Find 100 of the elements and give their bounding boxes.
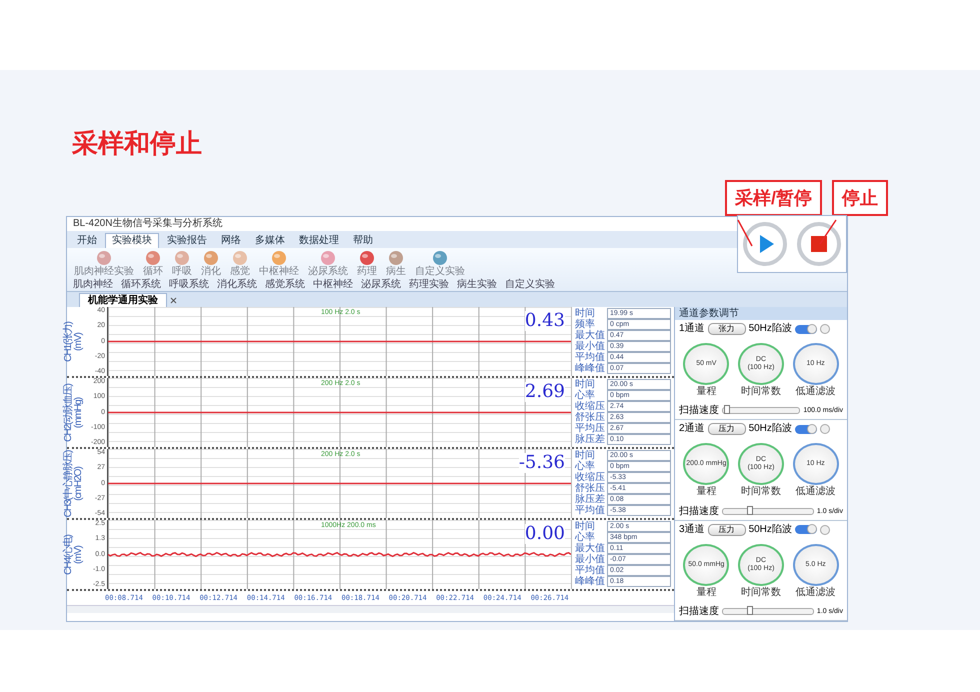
knob-caption: 低通滤波 xyxy=(796,486,836,498)
current-value: -5.36 xyxy=(518,453,565,473)
ribbon-button[interactable]: 消化 xyxy=(198,250,224,278)
knob-caption: 时间常数 xyxy=(740,486,781,498)
readout-label: 最大值 xyxy=(575,330,606,340)
signal-select[interactable]: 压力 xyxy=(708,423,746,436)
readout-label: 舒张压 xyxy=(575,484,606,494)
ribbon-group-label: 肌肉神经 xyxy=(72,278,114,291)
slider-thumb[interactable] xyxy=(724,405,730,414)
readout-label: 平均值 xyxy=(575,352,606,362)
callout-label: 停止 xyxy=(832,180,888,216)
panel-header: 通道参数调节 xyxy=(675,307,847,320)
horizontal-scrollbar[interactable] xyxy=(67,605,674,613)
speed-label: 扫描速度 xyxy=(679,606,719,617)
slider-thumb[interactable] xyxy=(746,606,753,615)
readout-label: 心率 xyxy=(575,532,596,542)
menu-tab[interactable]: 开始 xyxy=(71,234,103,248)
readout-label: 心率 xyxy=(575,390,596,400)
callout-label: 采样/暂停 xyxy=(724,180,822,216)
notch-toggle[interactable] xyxy=(794,324,817,334)
ribbon-group-label: 中枢神经 xyxy=(312,278,354,291)
readout-label: 峰峰值 xyxy=(575,364,606,374)
knob-caption: 时间常数 xyxy=(740,386,781,398)
current-value: 2.69 xyxy=(524,382,565,402)
leader-line xyxy=(819,220,837,244)
readout-label: 峰峰值 xyxy=(575,576,606,586)
menu-tab[interactable]: 实验报告 xyxy=(161,234,213,248)
notch-label: 50Hz陷波 xyxy=(748,423,792,436)
current-value: 0.00 xyxy=(524,524,565,544)
ribbon-group-label: 药理实验 xyxy=(408,278,450,291)
signal-select[interactable]: 张力 xyxy=(708,323,746,335)
play-button[interactable] xyxy=(743,222,787,266)
ribbon-group-label: 泌尿系统 xyxy=(360,278,402,291)
ribbon-button[interactable]: 药理 xyxy=(354,250,380,278)
ribbon-group-label: 消化系统 xyxy=(216,278,258,291)
readout-label: 时间 xyxy=(575,522,596,532)
ribbon-group-label: 自定义实验 xyxy=(504,278,556,291)
slider-thumb[interactable] xyxy=(746,506,753,515)
notch-toggle[interactable] xyxy=(794,525,817,534)
readout-label: 平均值 xyxy=(575,506,606,516)
readout-label: 最小值 xyxy=(575,554,606,564)
readout-label: 最大值 xyxy=(575,544,606,554)
readout-label: 平均值 xyxy=(575,566,606,576)
menu-tab[interactable]: 数据处理 xyxy=(293,234,345,248)
ribbon-button[interactable]: 中枢神经 xyxy=(256,250,302,278)
menu-tab[interactable]: 多媒体 xyxy=(249,234,291,248)
knob-caption: 量程 xyxy=(696,586,716,598)
knob-caption: 量程 xyxy=(696,386,716,398)
current-value: 0.43 xyxy=(524,311,565,331)
speed-slider-track[interactable] xyxy=(722,608,814,615)
ribbon-button[interactable]: 感觉 xyxy=(227,250,253,278)
document-tab[interactable]: 机能学通用实验 xyxy=(79,293,167,307)
readout-label: 心率 xyxy=(575,462,596,472)
channel-name: 2通道 xyxy=(679,423,705,436)
speed-label: 扫描速度 xyxy=(679,405,719,416)
stop-button[interactable] xyxy=(797,222,841,266)
leader-line xyxy=(737,220,753,246)
readout-label: 频率 xyxy=(575,320,596,330)
window-title: BL-420N生物信号采集与分析系统 xyxy=(73,218,222,230)
readout-label: 时间 xyxy=(575,308,596,318)
signal-select[interactable]: 压力 xyxy=(708,524,746,536)
ribbon-group-label: 病生实验 xyxy=(456,278,498,291)
readout-label: 收缩压 xyxy=(575,402,606,412)
channel-label: CH4(心电) (mV) xyxy=(64,534,84,576)
readout-label: 脉压差 xyxy=(575,494,606,504)
channel-label: CH1(张力) (mV) xyxy=(64,320,84,364)
knob-caption: 量程 xyxy=(696,486,716,498)
readout-label: 时间 xyxy=(575,450,596,460)
close-icon[interactable] xyxy=(170,297,177,304)
knob-caption: 低通滤波 xyxy=(796,586,836,598)
ribbon-group-label: 呼吸系统 xyxy=(168,278,210,291)
readout-label: 舒张压 xyxy=(575,412,606,422)
slide-title: 采样和停止 xyxy=(72,127,203,160)
notch-label: 50Hz陷波 xyxy=(748,524,792,536)
readout-label: 时间 xyxy=(575,380,596,390)
speed-label: 扫描速度 xyxy=(679,506,719,517)
ribbon-button[interactable]: 病生 xyxy=(383,250,409,278)
knob-caption: 时间常数 xyxy=(740,586,781,598)
notch-toggle[interactable] xyxy=(794,424,817,434)
ribbon-button[interactable]: 肌肉神经实验 xyxy=(71,250,137,278)
readout-label: 最小值 xyxy=(575,342,606,352)
readout-label: 平均压 xyxy=(575,424,606,434)
channel-name: 3通道 xyxy=(679,524,705,536)
knob-caption: 低通滤波 xyxy=(796,386,836,398)
ribbon-button[interactable]: 呼吸 xyxy=(169,250,195,278)
ribbon-group-label: 循环系统 xyxy=(120,278,162,291)
ribbon-button[interactable]: 自定义实验 xyxy=(412,250,468,278)
channel-label: CH2(动脉血压) (mmHg) xyxy=(64,382,84,444)
ribbon-button[interactable]: 循环 xyxy=(140,250,166,278)
readout-label: 收缩压 xyxy=(575,472,606,482)
ribbon-group-label: 感觉系统 xyxy=(264,278,306,291)
menu-tab[interactable]: 帮助 xyxy=(347,234,379,248)
ribbon-button[interactable]: 泌尿系统 xyxy=(305,250,351,278)
notch-label: 50Hz陷波 xyxy=(748,323,792,335)
menu-tab[interactable]: 网络 xyxy=(215,234,247,248)
speed-slider-track[interactable] xyxy=(722,407,800,414)
readout-label: 脉压差 xyxy=(575,434,606,444)
speed-slider-track[interactable] xyxy=(722,508,814,515)
channel-name: 1通道 xyxy=(679,323,705,335)
menu-tab[interactable]: 实验模块 xyxy=(105,233,159,248)
